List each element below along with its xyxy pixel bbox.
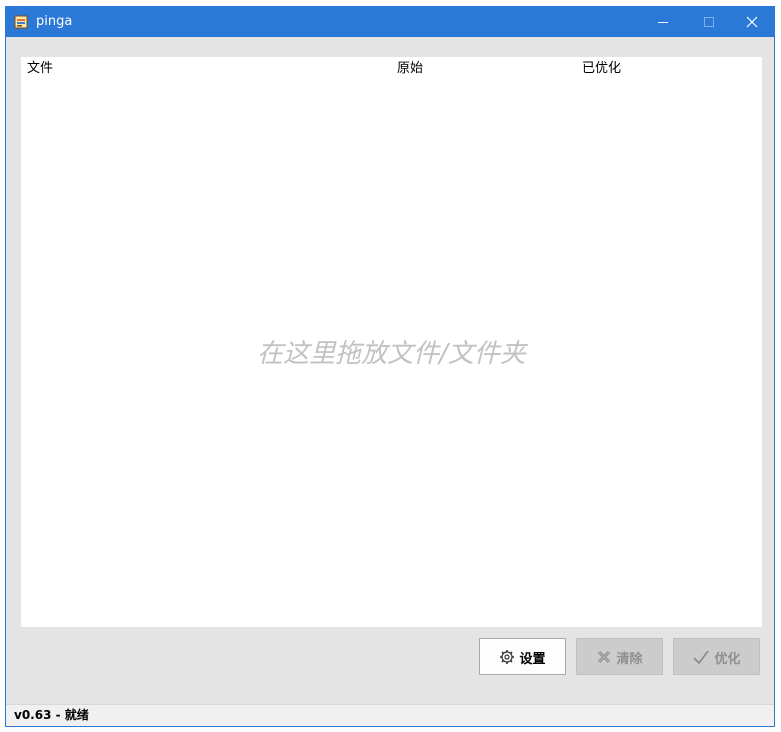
maximize-icon [704,17,714,27]
optimize-button[interactable]: 优化 [673,638,760,675]
maximize-button[interactable] [686,7,732,37]
checkmark-icon [693,650,710,665]
drop-hint: 在这里拖放文件/文件夹 [257,339,526,369]
close-icon [746,16,758,28]
close-button[interactable] [729,7,775,37]
app-icon [14,15,28,29]
x-icon [598,650,611,664]
settings-button-label: 设置 [519,651,546,667]
file-list[interactable]: 文件 原始 已优化 在这里拖放文件/文件夹 [21,57,762,627]
clear-button-label: 清除 [616,651,643,667]
window-title: pinga [36,14,73,29]
gear-icon [500,650,515,664]
column-header-original[interactable]: 原始 [397,60,423,78]
column-header-optimized[interactable]: 已优化 [582,60,621,78]
status-text: v0.63 - 就绪 [14,708,89,722]
settings-button[interactable]: 设置 [479,638,566,675]
minimize-button[interactable] [640,7,686,37]
app-window: pinga 文件 原始 已优化 在这里拖放文件/文件夹 设置 清除 优化 v0.… [5,6,775,727]
clear-button[interactable]: 清除 [576,638,663,675]
status-bar: v0.63 - 就绪 [6,704,774,726]
title-bar[interactable]: pinga [6,7,774,37]
optimize-button-label: 优化 [714,651,741,667]
minimize-icon [658,22,668,23]
column-header-file[interactable]: 文件 [27,60,53,78]
